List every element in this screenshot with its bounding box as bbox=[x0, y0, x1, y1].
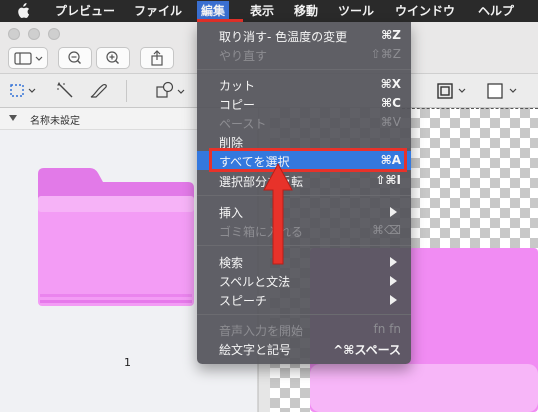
menu-item-redo: やり直す ⇧⌘Z bbox=[219, 47, 401, 63]
menu-item-cut[interactable]: カット ⌘X bbox=[197, 75, 411, 94]
sidebar-header: 名称未設定 bbox=[0, 108, 198, 130]
menu-item-copy[interactable]: コピー ⌘C bbox=[197, 94, 411, 113]
menu-preview[interactable]: プレビュー bbox=[55, 3, 115, 19]
border-style-icon[interactable] bbox=[432, 81, 472, 101]
menu-bar: プレビュー ファイル 編集 表示 移動 ツール ウインドウ ヘルプ bbox=[0, 0, 538, 22]
menu-window[interactable]: ウインドウ bbox=[395, 3, 455, 19]
menu-item-invert-selection[interactable]: 選択部分を反転 ⇧⌘I bbox=[197, 171, 411, 190]
menu-item-speech[interactable]: スピーチ bbox=[197, 290, 411, 309]
annotation-arrow-icon bbox=[263, 162, 293, 265]
sidebar-toggle-button[interactable] bbox=[8, 47, 48, 69]
selection-marquee bbox=[402, 108, 538, 109]
menu-item-move-to-trash: ゴミ箱に入れる ⌘⌫ bbox=[219, 223, 401, 239]
menu-item-paste: ペースト ⌘V bbox=[219, 115, 401, 131]
menu-item-find[interactable]: 検索 bbox=[197, 252, 411, 271]
rectangular-selection-icon[interactable] bbox=[8, 82, 44, 100]
menu-item-spelling-grammar[interactable]: スペルと文法 bbox=[197, 271, 411, 290]
menu-separator bbox=[197, 314, 411, 315]
submenu-arrow-icon bbox=[390, 276, 397, 286]
menu-separator bbox=[197, 69, 411, 70]
page-number: 1 bbox=[124, 356, 131, 369]
share-button[interactable] bbox=[140, 47, 174, 69]
folder-thumbnail[interactable] bbox=[30, 166, 200, 316]
document-title: 名称未設定 bbox=[30, 116, 80, 127]
zoom-out-icon bbox=[68, 51, 81, 64]
menu-help[interactable]: ヘルプ bbox=[478, 3, 514, 19]
menu-item-insert[interactable]: 挿入 bbox=[197, 202, 411, 221]
apple-icon[interactable] bbox=[16, 3, 30, 19]
sketch-icon[interactable] bbox=[88, 82, 114, 100]
zoom-out-button[interactable] bbox=[58, 47, 92, 69]
zoom-in-button[interactable] bbox=[96, 47, 130, 69]
menu-item-undo[interactable]: 取り消す- 色温度の変更 ⌘Z bbox=[197, 26, 411, 45]
menu-edit[interactable]: 編集 bbox=[197, 1, 230, 21]
annotation-highlight-box bbox=[209, 148, 407, 172]
submenu-arrow-icon bbox=[390, 207, 397, 217]
submenu-arrow-icon bbox=[390, 257, 397, 267]
menu-view[interactable]: 表示 bbox=[250, 3, 274, 19]
sidebar-icon bbox=[14, 52, 43, 65]
share-icon bbox=[151, 50, 163, 66]
toolbar-divider bbox=[126, 80, 127, 102]
close-window-button[interactable] bbox=[8, 28, 20, 40]
disclosure-triangle-icon[interactable] bbox=[9, 115, 17, 121]
menu-file[interactable]: ファイル bbox=[134, 3, 182, 19]
edit-menu: 取り消す- 色温度の変更 ⌘Z やり直す ⇧⌘Z カット ⌘X コピー ⌘C ペ… bbox=[197, 22, 411, 364]
menu-go[interactable]: 移動 bbox=[294, 3, 318, 19]
submenu-arrow-icon bbox=[390, 295, 397, 305]
minimize-window-button[interactable] bbox=[28, 28, 40, 40]
instant-alpha-icon[interactable] bbox=[56, 82, 78, 100]
menu-separator bbox=[197, 245, 411, 246]
menu-item-emoji-symbols[interactable]: 絵文字と記号 ^⌘スペース bbox=[197, 339, 411, 358]
menu-item-start-dictation: 音声入力を開始 fn fn bbox=[219, 322, 401, 338]
menu-separator bbox=[197, 195, 411, 196]
fill-color-icon[interactable] bbox=[484, 81, 524, 101]
zoom-window-button[interactable] bbox=[48, 28, 60, 40]
menu-tools[interactable]: ツール bbox=[338, 3, 374, 19]
zoom-in-icon bbox=[106, 51, 119, 64]
shapes-icon[interactable] bbox=[154, 81, 192, 101]
